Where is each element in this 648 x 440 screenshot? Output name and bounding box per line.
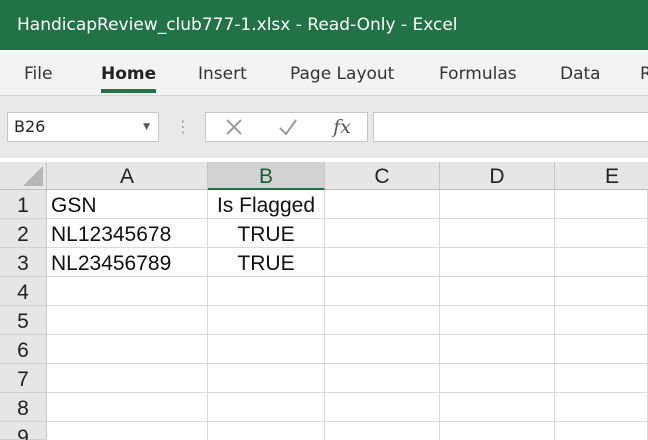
tab-page-layout[interactable]: Page Layout xyxy=(290,50,394,95)
tab-formulas[interactable]: Formulas xyxy=(439,50,517,95)
tab-insert[interactable]: Insert xyxy=(198,50,247,95)
row-header-6[interactable]: 6 xyxy=(0,335,47,364)
ribbon-tab-bar: File Home Insert Page Layout Formulas Da… xyxy=(0,50,648,96)
cell-a2[interactable]: NL12345678 xyxy=(47,219,208,248)
chevron-down-icon[interactable]: ▼ xyxy=(143,113,150,141)
check-icon[interactable] xyxy=(270,113,306,141)
fx-label: fx xyxy=(333,116,351,138)
cell-d3[interactable] xyxy=(440,248,555,277)
column-header-e[interactable]: E xyxy=(555,162,648,190)
cell-c5[interactable] xyxy=(325,306,440,335)
cell-e1[interactable] xyxy=(555,190,648,219)
row-header-2[interactable]: 2 xyxy=(0,219,47,248)
row-header-1[interactable]: 1 xyxy=(0,190,47,219)
cell-b2[interactable]: TRUE xyxy=(208,219,325,248)
name-box-value: B26 xyxy=(14,117,46,136)
cell-e3[interactable] xyxy=(555,248,648,277)
cell-a3[interactable]: NL23456789 xyxy=(47,248,208,277)
cell-e8[interactable] xyxy=(555,393,648,422)
cell-c7[interactable] xyxy=(325,364,440,393)
more-vertical-icon: ⋮ xyxy=(175,117,191,136)
cell-d8[interactable] xyxy=(440,393,555,422)
formula-bar-area: B26 ▼ ⋮ fx xyxy=(0,96,648,158)
cell-a9[interactable] xyxy=(47,422,208,440)
name-box[interactable]: B26 ▼ xyxy=(7,112,159,142)
column-header-d[interactable]: D xyxy=(440,162,555,190)
cell-a8[interactable] xyxy=(47,393,208,422)
select-all-button[interactable] xyxy=(0,162,47,190)
cell-d1[interactable] xyxy=(440,190,555,219)
cell-b9[interactable] xyxy=(208,422,325,440)
select-all-triangle-icon xyxy=(23,166,43,186)
cell-c8[interactable] xyxy=(325,393,440,422)
row-header-9[interactable]: 9 xyxy=(0,422,47,440)
column-header-b[interactable]: B xyxy=(208,162,325,190)
cell-d7[interactable] xyxy=(440,364,555,393)
cell-b8[interactable] xyxy=(208,393,325,422)
cell-b6[interactable] xyxy=(208,335,325,364)
cell-a5[interactable] xyxy=(47,306,208,335)
spreadsheet-grid: A B C D E 1 2 3 4 5 6 7 8 9 GSN Is Flagg… xyxy=(0,158,648,440)
cell-d5[interactable] xyxy=(440,306,555,335)
cell-a7[interactable] xyxy=(47,364,208,393)
row-header-5[interactable]: 5 xyxy=(0,306,47,335)
cell-e5[interactable] xyxy=(555,306,648,335)
cell-c1[interactable] xyxy=(325,190,440,219)
cell-c9[interactable] xyxy=(325,422,440,440)
cell-a6[interactable] xyxy=(47,335,208,364)
formula-input[interactable] xyxy=(373,112,648,142)
cell-b1[interactable]: Is Flagged xyxy=(208,190,325,219)
tab-data[interactable]: Data xyxy=(560,50,601,95)
cell-c4[interactable] xyxy=(325,277,440,306)
close-icon[interactable] xyxy=(216,113,252,141)
window-title: HandicapReview_club777-1.xlsx - Read-Onl… xyxy=(0,0,648,50)
cell-e6[interactable] xyxy=(555,335,648,364)
cell-d4[interactable] xyxy=(440,277,555,306)
row-header-8[interactable]: 8 xyxy=(0,393,47,422)
cell-d2[interactable] xyxy=(440,219,555,248)
tab-review-partial[interactable]: R xyxy=(640,50,648,95)
cell-c2[interactable] xyxy=(325,219,440,248)
cell-b5[interactable] xyxy=(208,306,325,335)
cell-e4[interactable] xyxy=(555,277,648,306)
tab-file[interactable]: File xyxy=(24,50,52,95)
cell-e2[interactable] xyxy=(555,219,648,248)
tab-home[interactable]: Home xyxy=(101,50,157,95)
row-header-7[interactable]: 7 xyxy=(0,364,47,393)
cell-d6[interactable] xyxy=(440,335,555,364)
formula-buttons: fx xyxy=(205,112,368,142)
cell-e9[interactable] xyxy=(555,422,648,440)
cell-a4[interactable] xyxy=(47,277,208,306)
cell-b3[interactable]: TRUE xyxy=(208,248,325,277)
cell-b4[interactable] xyxy=(208,277,325,306)
cell-d9[interactable] xyxy=(440,422,555,440)
column-header-a[interactable]: A xyxy=(47,162,208,190)
row-header-3[interactable]: 3 xyxy=(0,248,47,277)
cell-c6[interactable] xyxy=(325,335,440,364)
row-header-4[interactable]: 4 xyxy=(0,277,47,306)
cell-a1[interactable]: GSN xyxy=(47,190,208,219)
column-header-c[interactable]: C xyxy=(325,162,440,190)
cell-e7[interactable] xyxy=(555,364,648,393)
cell-b7[interactable] xyxy=(208,364,325,393)
cell-c3[interactable] xyxy=(325,248,440,277)
insert-function-button[interactable]: fx xyxy=(324,113,360,141)
